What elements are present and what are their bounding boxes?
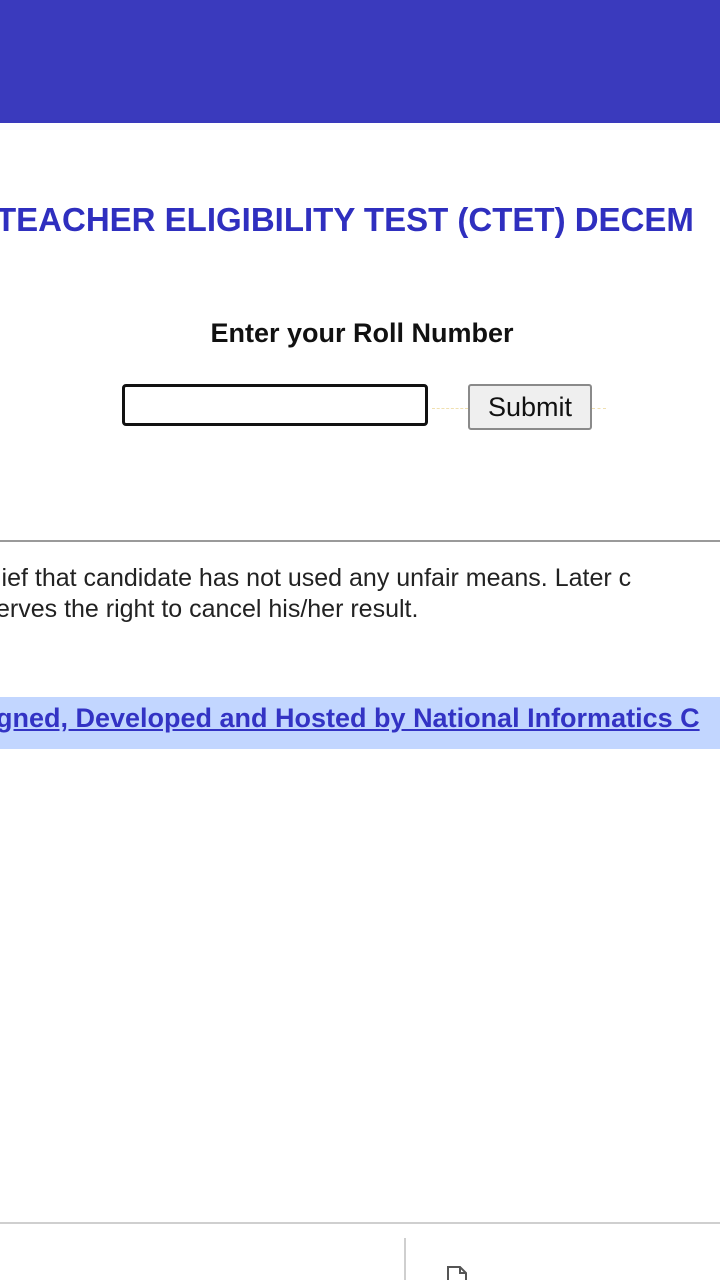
roll-number-input[interactable]	[122, 384, 428, 426]
result-page: TEACHER ELIGIBILITY TEST (CTET) DECEM En…	[0, 0, 720, 1280]
bottom-bar-divider	[0, 1222, 720, 1224]
bottom-bar-separator	[404, 1238, 406, 1280]
content-divider	[0, 540, 720, 542]
decorative-dash-left	[432, 408, 468, 409]
header-banner	[0, 0, 720, 123]
decorative-dash-right	[592, 408, 606, 409]
nic-credit-link[interactable]: gned, Developed and Hosted by National I…	[0, 700, 700, 736]
disclaimer-text: lief that candidate has not used any unf…	[0, 563, 631, 625]
exam-title: TEACHER ELIGIBILITY TEST (CTET) DECEM	[0, 201, 694, 238]
roll-number-label: Enter your Roll Number	[210, 318, 514, 348]
disclaimer-line-2: erves the right to cancel his/her result…	[0, 595, 419, 623]
document-icon[interactable]	[446, 1266, 468, 1280]
submit-button[interactable]: Submit	[468, 384, 592, 430]
disclaimer-line-1: lief that candidate has not used any unf…	[0, 564, 632, 592]
